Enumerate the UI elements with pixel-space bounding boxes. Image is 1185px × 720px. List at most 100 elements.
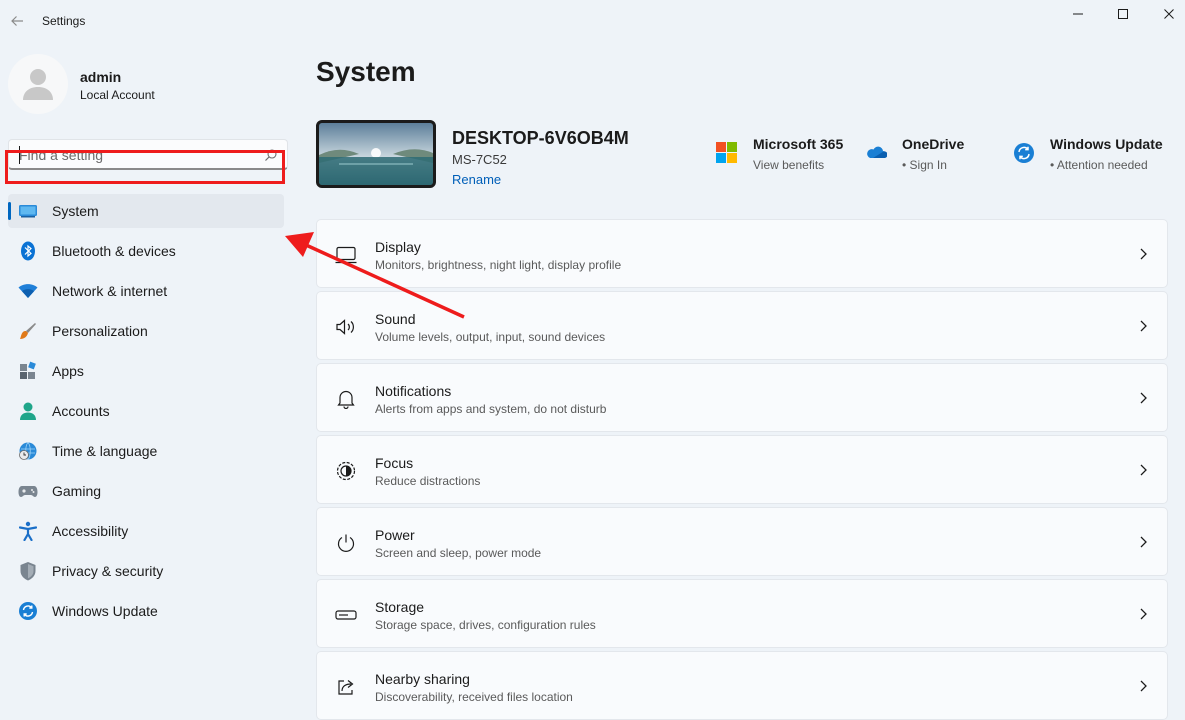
settings-card-power[interactable]: Power Screen and sleep, power mode (316, 507, 1168, 576)
bluetooth-icon (18, 241, 38, 261)
sidebar-item-label: Apps (52, 363, 84, 379)
chevron-right-icon (1140, 680, 1147, 692)
sidebar-item-time-language[interactable]: Time & language (0, 431, 300, 471)
selection-highlight (8, 194, 284, 228)
minimize-button[interactable] (1055, 0, 1101, 28)
windows-update-icon (1014, 143, 1034, 163)
selection-indicator (8, 202, 11, 220)
sidebar-item-privacy-security[interactable]: Privacy & security (0, 551, 300, 591)
sidebar-item-label: Windows Update (52, 603, 158, 619)
windows-update-link[interactable]: Windows Update • Attention needed (1013, 136, 1173, 176)
device-name: DESKTOP-6V6OB4M (452, 128, 629, 148)
onedrive-icon (867, 146, 887, 158)
settings-card-sound[interactable]: Sound Volume levels, output, input, soun… (316, 291, 1168, 360)
globe-clock-icon (18, 441, 38, 461)
share-icon (335, 676, 357, 698)
user-name: admin (80, 69, 122, 85)
power-icon (335, 532, 357, 554)
card-title: Power (375, 527, 415, 543)
quick-link-status: Sign In (909, 158, 947, 172)
card-subtitle: Volume levels, output, input, sound devi… (375, 330, 606, 344)
sidebar-item-network[interactable]: Network & internet (0, 271, 300, 311)
focus-icon (335, 460, 357, 482)
quick-link-subtitle: View benefits (753, 158, 825, 172)
card-subtitle: Discoverability, received files location (375, 690, 573, 704)
system-icon (18, 201, 38, 221)
sidebar-item-apps[interactable]: Apps (0, 351, 300, 391)
wallpaper-preview-icon (319, 123, 433, 185)
sidebar-item-label: Gaming (52, 483, 102, 499)
microsoft-logo-icon (716, 142, 737, 163)
settings-card-storage[interactable]: Storage Storage space, drives, configura… (316, 579, 1168, 648)
maximize-icon (1118, 9, 1128, 19)
sidebar-item-accounts[interactable]: Accounts (0, 391, 300, 431)
quick-link-title: OneDrive (902, 136, 965, 152)
user-avatar-icon (23, 69, 53, 100)
settings-card-notifications[interactable]: Notifications Alerts from apps and syste… (316, 363, 1168, 432)
page-title: System (316, 56, 416, 87)
system-settings-list: Display Monitors, brightness, night ligh… (316, 219, 1168, 720)
chevron-right-icon (1140, 608, 1147, 620)
quick-link-title: Microsoft 365 (753, 136, 844, 152)
account-type: Local Account (80, 88, 155, 102)
speaker-icon (335, 316, 357, 338)
card-subtitle: Reduce distractions (375, 474, 481, 488)
app-title: Settings (42, 14, 86, 28)
sidebar-item-gaming[interactable]: Gaming (0, 471, 300, 511)
chevron-right-icon (1140, 464, 1147, 476)
onedrive-link[interactable]: OneDrive • Sign In (865, 136, 995, 176)
settings-card-display[interactable]: Display Monitors, brightness, night ligh… (316, 219, 1168, 288)
sidebar-item-label: System (52, 203, 99, 219)
settings-card-focus[interactable]: Focus Reduce distractions (316, 435, 1168, 504)
back-button[interactable] (6, 10, 28, 32)
gamepad-icon (18, 481, 38, 501)
card-subtitle: Storage space, drives, configuration rul… (375, 618, 596, 632)
sidebar-item-windows-update[interactable]: Windows Update (0, 591, 300, 631)
back-arrow-icon (11, 16, 23, 26)
sidebar-item-personalization[interactable]: Personalization (0, 311, 300, 351)
brush-icon (18, 321, 38, 341)
chevron-right-icon (1140, 392, 1147, 404)
display-icon (335, 244, 357, 266)
card-title: Storage (375, 599, 425, 615)
rename-link[interactable]: Rename (452, 172, 501, 187)
sidebar-nav: System Bluetooth & devices Network & int… (0, 191, 300, 631)
card-title: Notifications (375, 383, 452, 399)
microsoft-365-link[interactable]: Microsoft 365 View benefits (716, 136, 856, 176)
chevron-right-icon (1140, 320, 1147, 332)
avatar[interactable] (8, 54, 68, 114)
sidebar: admin Local Account System Bluetooth & d… (0, 44, 300, 720)
quick-link-status: Attention needed (1056, 158, 1148, 172)
device-model: MS-7C52 (452, 152, 507, 167)
chevron-right-icon (1140, 536, 1147, 548)
quick-link-subtitle: • Sign In (902, 158, 947, 172)
storage-icon (335, 604, 357, 626)
card-subtitle: Screen and sleep, power mode (375, 546, 542, 560)
close-icon (1164, 9, 1174, 19)
card-title: Nearby sharing (375, 671, 470, 687)
device-wallpaper-thumbnail (316, 120, 436, 188)
settings-card-nearby-sharing[interactable]: Nearby sharing Discoverability, received… (316, 651, 1168, 720)
sidebar-item-system[interactable]: System (0, 191, 300, 231)
quick-link-subtitle: • Attention needed (1050, 158, 1148, 172)
close-button[interactable] (1146, 0, 1185, 28)
sidebar-item-bluetooth[interactable]: Bluetooth & devices (0, 231, 300, 271)
card-subtitle: Monitors, brightness, night light, displ… (375, 258, 622, 272)
annotation-highlight-box (5, 150, 285, 184)
quick-link-title: Windows Update (1050, 136, 1163, 152)
accounts-icon (18, 401, 38, 421)
card-subtitle: Alerts from apps and system, do not dist… (375, 402, 607, 416)
title-bar: Settings (0, 0, 1185, 44)
card-title: Focus (375, 455, 414, 471)
accessibility-icon (18, 521, 38, 541)
chevron-right-icon (1140, 248, 1147, 260)
sidebar-item-accessibility[interactable]: Accessibility (0, 511, 300, 551)
sidebar-item-label: Bluetooth & devices (52, 243, 176, 259)
sidebar-item-label: Network & internet (52, 283, 168, 299)
sidebar-item-label: Accessibility (52, 523, 129, 539)
update-icon (18, 601, 38, 621)
sidebar-item-label: Accounts (52, 403, 110, 419)
maximize-button[interactable] (1100, 0, 1146, 28)
minimize-icon (1073, 13, 1083, 15)
bell-icon (335, 388, 357, 410)
